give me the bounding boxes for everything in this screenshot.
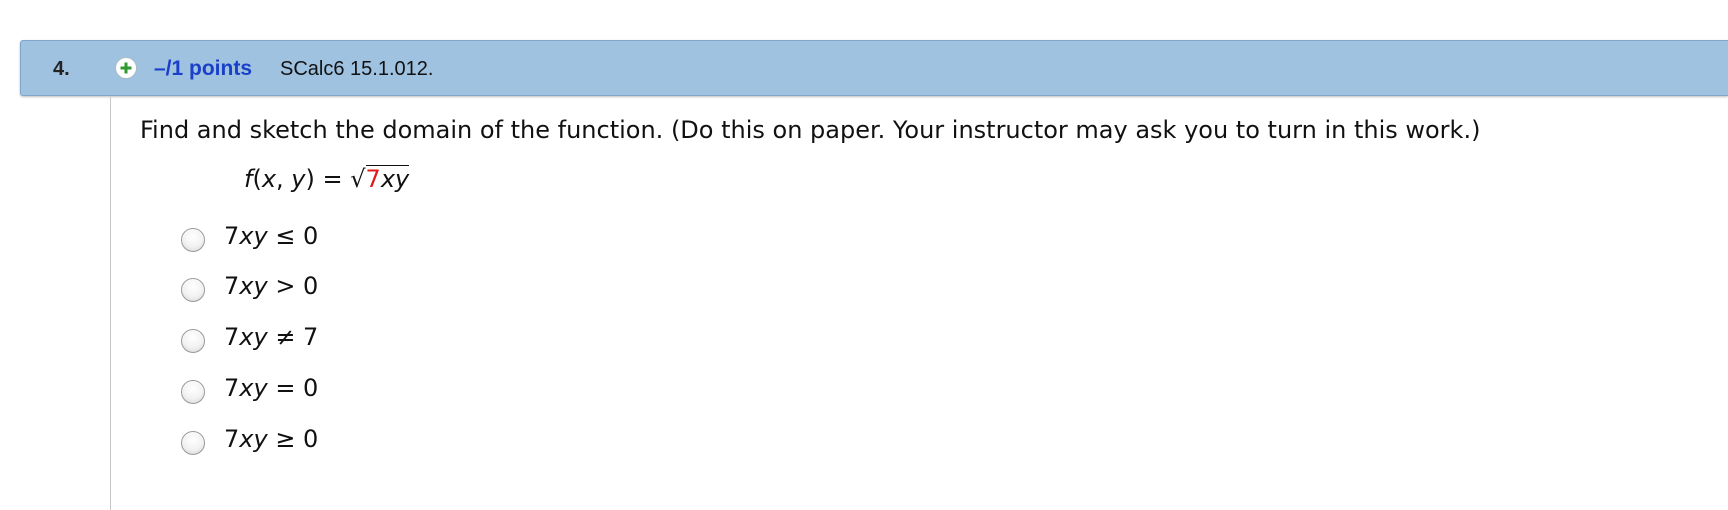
formula-comma: , — [276, 165, 292, 193]
option-vars: xy — [239, 425, 268, 453]
option-vars: xy — [239, 374, 268, 402]
answer-option-4[interactable]: 7xy = 0 — [181, 370, 481, 410]
radio-button[interactable] — [181, 431, 205, 455]
option-coef: 7 — [224, 374, 240, 402]
points-link[interactable]: –/1 points — [154, 57, 252, 81]
option-relation: = 0 — [267, 374, 319, 402]
radicand-coefficient: 7 — [365, 165, 381, 193]
option-label: 7xy > 0 — [224, 272, 318, 300]
radio-button[interactable] — [181, 380, 205, 404]
question-source: SCalc6 15.1.012. — [280, 58, 434, 80]
radicand: 7xy — [365, 165, 410, 193]
formula-open-paren: ( — [252, 165, 262, 193]
question-header: 4. –/1 points SCalc6 15.1.012. — [20, 40, 1728, 96]
formula-close-eq: ) = — [305, 165, 351, 193]
option-vars: xy — [239, 222, 268, 250]
formula-y: y — [291, 165, 306, 193]
radio-button[interactable] — [181, 329, 205, 353]
option-relation: > 0 — [267, 272, 319, 300]
question-number: 4. — [53, 58, 70, 80]
answer-option-5[interactable]: 7xy ≥ 0 — [181, 421, 481, 461]
answer-option-1[interactable]: 7xy ≤ 0 — [181, 218, 481, 258]
question-body: Find and sketch the domain of the functi… — [110, 97, 1728, 510]
radio-button[interactable] — [181, 278, 205, 302]
radio-button[interactable] — [181, 228, 205, 252]
option-relation: ≤ 0 — [267, 222, 319, 250]
square-root: √7xy — [350, 165, 410, 193]
option-coef: 7 — [224, 323, 240, 351]
option-coef: 7 — [224, 425, 240, 453]
sqrt-symbol: √ — [350, 165, 366, 193]
formula-x: x — [261, 165, 277, 193]
option-relation: ≥ 0 — [267, 425, 319, 453]
option-label: 7xy ≠ 7 — [224, 323, 318, 351]
option-relation: ≠ 7 — [267, 323, 319, 351]
option-coef: 7 — [224, 222, 240, 250]
option-label: 7xy ≤ 0 — [224, 222, 318, 250]
plus-circle-icon[interactable] — [115, 57, 137, 79]
option-coef: 7 — [224, 272, 240, 300]
option-vars: xy — [239, 323, 268, 351]
option-label: 7xy = 0 — [224, 374, 318, 402]
option-label: 7xy ≥ 0 — [224, 425, 318, 453]
option-vars: xy — [239, 272, 268, 300]
question-prompt: Find and sketch the domain of the functi… — [140, 116, 1481, 144]
function-formula: f(x, y) = √7xy — [244, 165, 410, 193]
radicand-vars: xy — [380, 165, 410, 193]
answer-option-3[interactable]: 7xy ≠ 7 — [181, 319, 481, 359]
answer-option-2[interactable]: 7xy > 0 — [181, 268, 481, 308]
